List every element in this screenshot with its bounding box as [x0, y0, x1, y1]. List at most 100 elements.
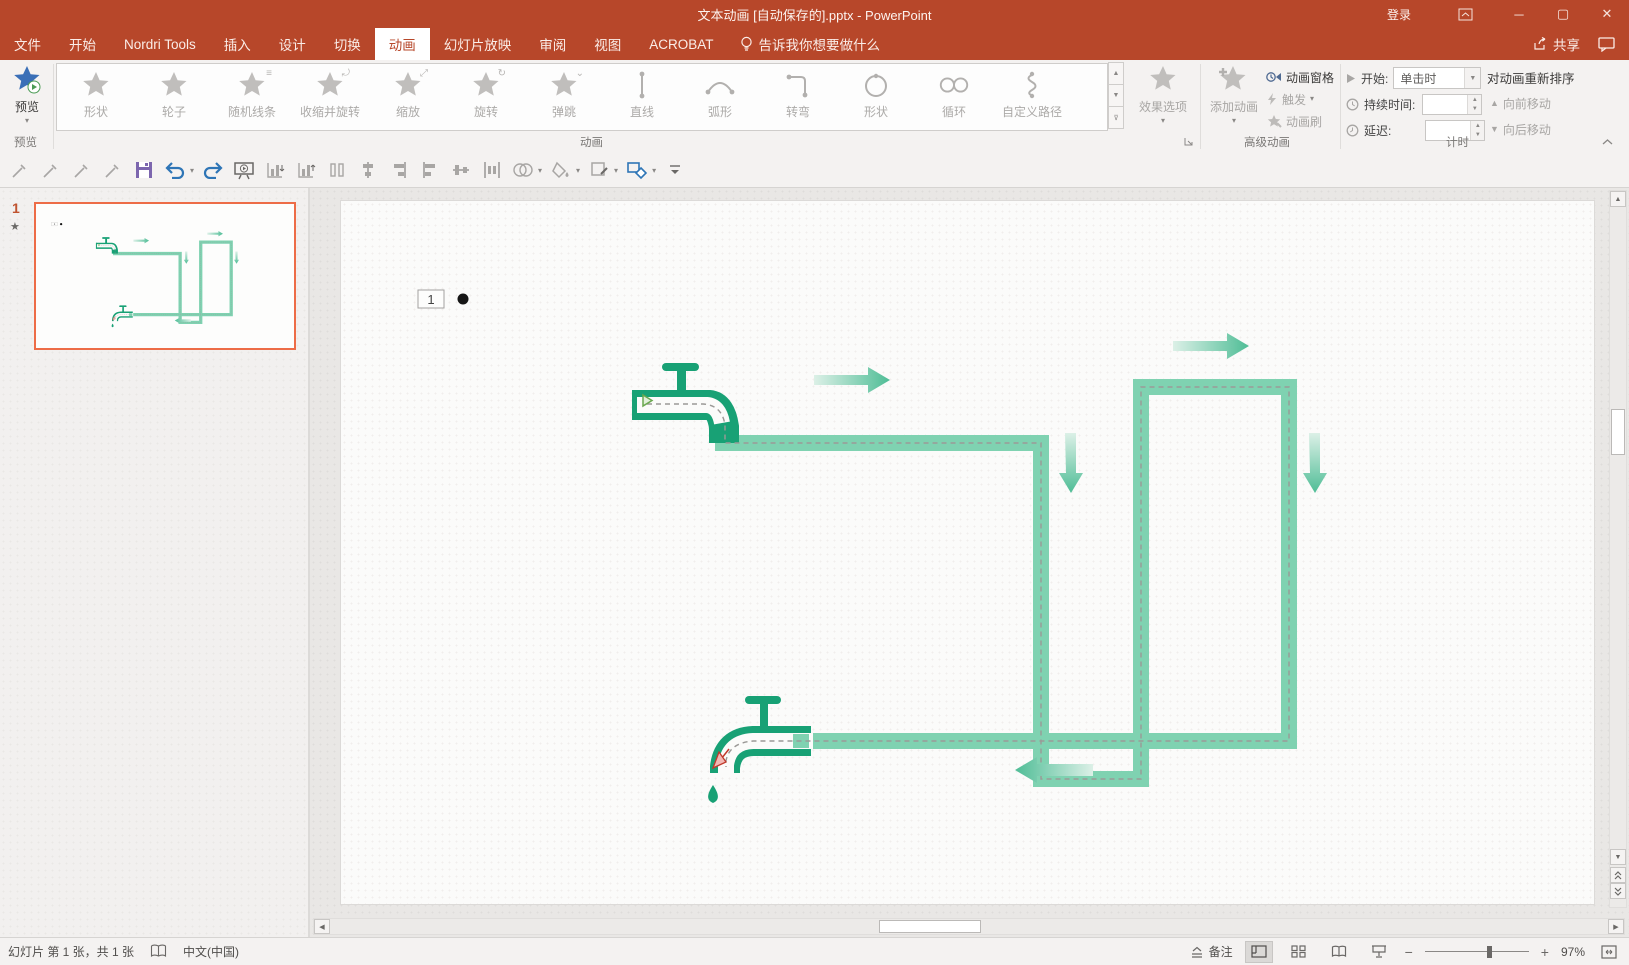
- qat-overflow-icon[interactable]: [663, 158, 687, 182]
- tab-nordri-tools[interactable]: Nordri Tools: [110, 28, 210, 60]
- spin-down-icon[interactable]: ▼: [1468, 105, 1481, 115]
- eyedropper-icon[interactable]: [39, 158, 63, 182]
- chart-up-icon[interactable]: [294, 158, 318, 182]
- align-left-icon[interactable]: [418, 158, 442, 182]
- collapse-ribbon-icon[interactable]: [1602, 135, 1613, 149]
- merge-shapes-dropdown-icon[interactable]: ▾: [538, 166, 542, 175]
- scroll-left-icon[interactable]: ◀: [314, 919, 330, 934]
- gallery-item-line-path[interactable]: 直线: [603, 64, 681, 130]
- eyedropper-icon[interactable]: [101, 158, 125, 182]
- columns-icon[interactable]: [325, 158, 349, 182]
- duration-spinner[interactable]: ▲▼: [1422, 94, 1482, 115]
- move-later-button[interactable]: ▼向后移动: [1490, 118, 1551, 140]
- vertical-scroll-thumb[interactable]: [1611, 409, 1625, 455]
- comments-icon[interactable]: [1598, 37, 1615, 52]
- distribute-icon[interactable]: [480, 158, 504, 182]
- tab-transitions[interactable]: 切换: [320, 28, 375, 60]
- start-combobox[interactable]: 单击时 ▼: [1393, 67, 1481, 89]
- sign-in-button[interactable]: 登录: [1387, 6, 1411, 23]
- chevron-down-icon[interactable]: ▼: [1464, 68, 1480, 88]
- previous-slide-icon[interactable]: [1610, 867, 1626, 883]
- tab-design[interactable]: 设计: [265, 28, 320, 60]
- next-slide-icon[interactable]: [1610, 883, 1626, 899]
- zoom-in-button[interactable]: +: [1541, 944, 1549, 960]
- zoom-slider[interactable]: [1425, 945, 1529, 959]
- horizontal-scrollbar[interactable]: ◀ ▶: [313, 918, 1625, 935]
- tab-acrobat[interactable]: ACROBAT: [635, 28, 727, 60]
- close-button[interactable]: ✕: [1585, 0, 1629, 28]
- shapes-icon[interactable]: [625, 158, 649, 182]
- spell-check-icon[interactable]: [150, 944, 167, 959]
- gallery-item-arc-path[interactable]: 弧形: [681, 64, 759, 130]
- spin-up-icon[interactable]: ▲: [1468, 95, 1481, 105]
- merge-shapes-icon[interactable]: [511, 158, 535, 182]
- undo-dropdown-icon[interactable]: ▾: [190, 166, 194, 175]
- undo-icon[interactable]: [163, 158, 187, 182]
- gallery-item-wheel[interactable]: 轮子: [135, 64, 213, 130]
- trigger-button[interactable]: 触发 ▾: [1266, 88, 1334, 110]
- animation-painter-button[interactable]: 动画刷: [1266, 110, 1334, 132]
- share-button[interactable]: 共享: [1533, 34, 1580, 54]
- gallery-item-loop-path[interactable]: 循环: [915, 64, 993, 130]
- spin-up-icon[interactable]: ▲: [1471, 121, 1484, 131]
- fit-slide-to-window-icon[interactable]: [1597, 941, 1621, 963]
- maximize-button[interactable]: ▢: [1541, 0, 1585, 28]
- tell-me-box[interactable]: 告诉我你想要做什么: [728, 28, 893, 60]
- slide-canvas[interactable]: [340, 200, 1595, 905]
- tab-view[interactable]: 视图: [580, 28, 635, 60]
- scroll-right-icon[interactable]: ▶: [1608, 919, 1624, 934]
- align-objects-icon[interactable]: [356, 158, 380, 182]
- shapes-dropdown-icon[interactable]: ▾: [652, 166, 656, 175]
- scroll-down-icon[interactable]: ▼: [1610, 849, 1626, 865]
- shape-fill-dropdown-icon[interactable]: ▾: [576, 166, 580, 175]
- effect-options-button[interactable]: 效果选项 ▾: [1132, 62, 1194, 146]
- gallery-item-custom-path[interactable]: 自定义路径: [993, 64, 1071, 130]
- zoom-slider-thumb[interactable]: [1487, 946, 1492, 958]
- tab-slideshow[interactable]: 幻灯片放映: [430, 28, 526, 60]
- tab-home[interactable]: 开始: [55, 28, 110, 60]
- tab-review[interactable]: 审阅: [525, 28, 580, 60]
- vertical-scrollbar[interactable]: ▲ ▼: [1609, 190, 1627, 908]
- notes-button[interactable]: 备注: [1190, 943, 1233, 960]
- redo-icon[interactable]: [201, 158, 225, 182]
- save-icon[interactable]: [132, 158, 156, 182]
- shape-outline-dropdown-icon[interactable]: ▾: [614, 166, 618, 175]
- shape-fill-icon[interactable]: [549, 158, 573, 182]
- move-earlier-button[interactable]: ▲向前移动: [1490, 92, 1551, 114]
- slideshow-view-button[interactable]: [1365, 941, 1393, 963]
- scroll-up-icon[interactable]: ▲: [1610, 191, 1626, 207]
- shape-outline-icon[interactable]: [587, 158, 611, 182]
- eyedropper-icon[interactable]: [70, 158, 94, 182]
- slide-sorter-view-button[interactable]: [1285, 941, 1313, 963]
- gallery-item-shape[interactable]: 形状: [57, 64, 135, 130]
- horizontal-scroll-thumb[interactable]: [879, 920, 981, 933]
- eyedropper-icon[interactable]: [8, 158, 32, 182]
- gallery-item-random-bars[interactable]: ≡ 随机线条: [213, 64, 291, 130]
- start-slideshow-icon[interactable]: [232, 158, 256, 182]
- zoom-out-button[interactable]: −: [1405, 944, 1413, 960]
- gallery-scroll-down-icon[interactable]: ▼: [1108, 84, 1124, 107]
- animation-pane-button[interactable]: 动画窗格: [1266, 66, 1334, 88]
- gallery-item-shrink-turn[interactable]: ⤾ 收缩并旋转: [291, 64, 369, 130]
- spin-down-icon[interactable]: ▼: [1471, 131, 1484, 141]
- gallery-item-bounce[interactable]: ⌄ 弹跳: [525, 64, 603, 130]
- normal-view-button[interactable]: [1245, 941, 1273, 963]
- dialog-launcher-icon[interactable]: [1184, 135, 1193, 149]
- tab-insert[interactable]: 插入: [210, 28, 265, 60]
- ribbon-display-options-icon[interactable]: [1445, 0, 1485, 28]
- gallery-item-zoom[interactable]: ⤢ 缩放: [369, 64, 447, 130]
- slide-thumbnail[interactable]: [34, 202, 296, 350]
- gallery-item-turn-path[interactable]: 转弯: [759, 64, 837, 130]
- gallery-item-spin[interactable]: ↻ 旋转: [447, 64, 525, 130]
- gallery-scroll-up-icon[interactable]: ▲: [1108, 62, 1124, 85]
- minimize-button[interactable]: ─: [1497, 0, 1541, 28]
- gallery-more-icon[interactable]: ⊽: [1108, 106, 1124, 129]
- gallery-item-shape-path[interactable]: 形状: [837, 64, 915, 130]
- slide-info[interactable]: 幻灯片 第 1 张，共 1 张: [8, 943, 134, 960]
- tab-animations[interactable]: 动画: [375, 28, 430, 60]
- reading-view-button[interactable]: [1325, 941, 1353, 963]
- language-status[interactable]: 中文(中国): [183, 943, 239, 960]
- chart-down-icon[interactable]: [263, 158, 287, 182]
- tab-file[interactable]: 文件: [0, 28, 55, 60]
- align-right-icon[interactable]: [387, 158, 411, 182]
